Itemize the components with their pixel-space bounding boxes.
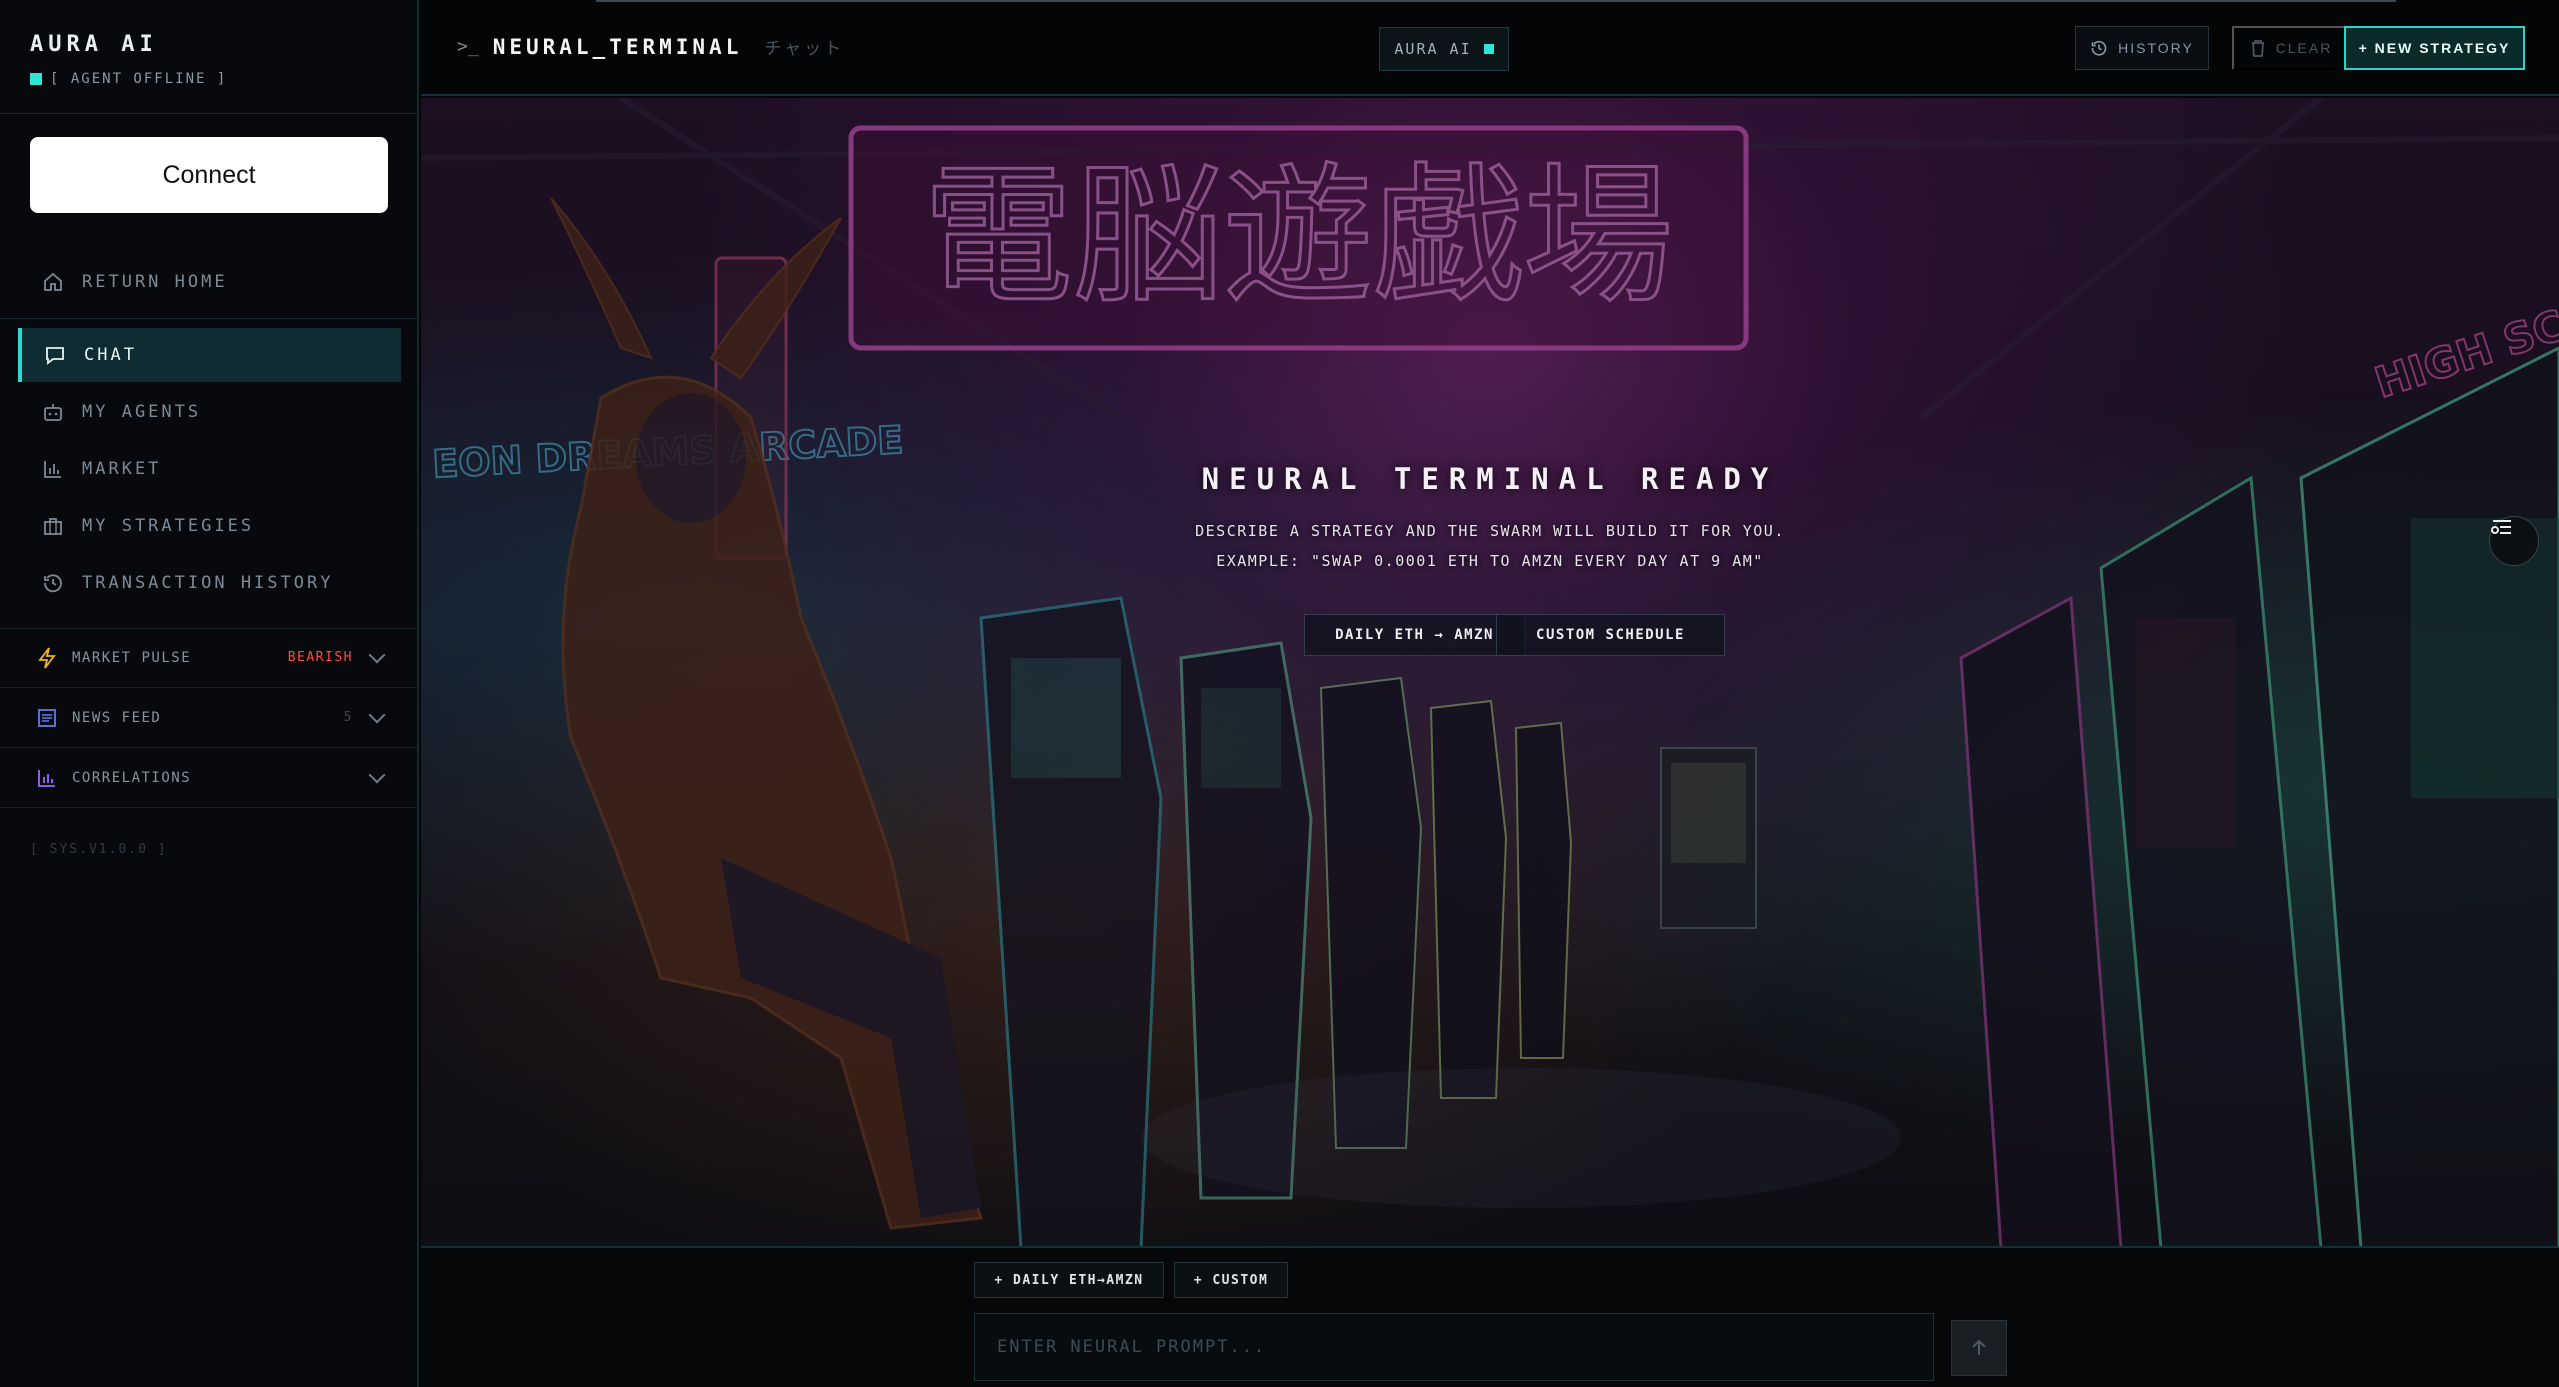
market-pulse-badge: BEARISH bbox=[287, 650, 353, 665]
status-dot-icon bbox=[30, 73, 42, 85]
filter-fab-button[interactable] bbox=[2489, 516, 2539, 566]
suggestion-custom-schedule[interactable]: CUSTOM SCHEDULE bbox=[1496, 614, 1725, 656]
composer: + DAILY ETH→AMZN + CUSTOM bbox=[421, 1250, 2559, 1387]
agent-status: [ AGENT OFFLINE ] bbox=[30, 71, 227, 87]
agent-status-text: [ AGENT OFFLINE ] bbox=[50, 71, 228, 87]
hero-description: DESCRIBE A STRATEGY AND THE SWARM WILL B… bbox=[1195, 522, 1785, 540]
nav-label: MY AGENTS bbox=[82, 402, 202, 422]
clear-button[interactable]: CLEAR bbox=[2232, 26, 2350, 70]
top-accent-line bbox=[596, 0, 2396, 2]
chart-icon bbox=[36, 767, 58, 789]
hero-background: 電脳遊戯場 EON DREAMS ARCADE HIGH SCORE bbox=[421, 98, 2559, 1248]
history-icon bbox=[2091, 40, 2107, 56]
panel-correlations[interactable]: CORRELATIONS bbox=[0, 748, 419, 808]
top-bar: >_ NEURAL_TERMINAL チャット AURA AI HISTORY … bbox=[421, 0, 2559, 96]
panel-label: CORRELATIONS bbox=[72, 769, 192, 786]
newspaper-icon bbox=[36, 707, 58, 729]
hero-title: NEURAL TERMINAL READY bbox=[1201, 462, 1779, 496]
nav-label: RETURN HOME bbox=[82, 272, 228, 292]
nav-transaction-history[interactable]: TRANSACTION HISTORY bbox=[18, 556, 401, 610]
terminal-prompt-icon: >_ bbox=[457, 36, 479, 57]
panel-news-feed[interactable]: NEWS FEED 5 bbox=[0, 688, 419, 748]
home-icon bbox=[42, 271, 64, 293]
trash-icon bbox=[2251, 40, 2264, 57]
status-dot-icon bbox=[1483, 44, 1494, 54]
quick-action-custom[interactable]: + CUSTOM bbox=[1174, 1262, 1288, 1298]
connect-wallet-button[interactable]: Connect bbox=[30, 137, 388, 213]
system-version: [ SYS.V1.0.0 ] bbox=[30, 842, 168, 857]
panel-label: MARKET PULSE bbox=[72, 649, 192, 666]
agent-pill-label: AURA AI bbox=[1394, 40, 1472, 58]
brand-title: AURA AI bbox=[30, 32, 158, 57]
chevron-down-icon bbox=[368, 706, 386, 723]
new-strategy-button[interactable]: + NEW STRATEGY bbox=[2344, 26, 2525, 70]
history-button[interactable]: HISTORY bbox=[2075, 26, 2209, 70]
sidebar-divider bbox=[0, 113, 419, 114]
agent-pill[interactable]: AURA AI bbox=[1379, 27, 1509, 71]
nav-return-home[interactable]: RETURN HOME bbox=[18, 255, 401, 309]
news-count-badge: 5 bbox=[343, 710, 353, 725]
clear-label: CLEAR bbox=[2275, 40, 2333, 56]
panel-market-pulse[interactable]: MARKET PULSE BEARISH bbox=[0, 628, 419, 688]
neural-prompt-input[interactable] bbox=[974, 1313, 1934, 1381]
sidebar-divider bbox=[0, 318, 419, 319]
panel-label: NEWS FEED bbox=[72, 709, 162, 726]
nav-label: TRANSACTION HISTORY bbox=[82, 573, 334, 593]
nav-label: MY STRATEGIES bbox=[82, 516, 255, 536]
suggestion-daily-eth-amzn[interactable]: DAILY ETH → AMZN bbox=[1304, 614, 1525, 656]
arrow-up-icon bbox=[1972, 1339, 1986, 1355]
history-label: HISTORY bbox=[2118, 40, 2194, 56]
nav-label: CHAT bbox=[84, 345, 137, 365]
chevron-down-icon bbox=[368, 646, 386, 663]
robot-icon bbox=[42, 401, 64, 423]
filter-list-icon bbox=[2491, 520, 2511, 534]
chat-icon bbox=[44, 344, 66, 366]
sidebar: AURA AI [ AGENT OFFLINE ] Connect RETURN… bbox=[0, 0, 419, 1387]
quick-action-daily-eth-amzn[interactable]: + DAILY ETH→AMZN bbox=[974, 1262, 1164, 1298]
bar-chart-icon bbox=[42, 458, 64, 480]
page-subtitle: チャット bbox=[764, 39, 845, 59]
lightning-icon bbox=[36, 646, 58, 669]
briefcase-icon bbox=[42, 515, 64, 537]
chevron-down-icon bbox=[368, 766, 386, 783]
nav-label: MARKET bbox=[82, 459, 162, 479]
page-title: NEURAL_TERMINAL bbox=[492, 34, 743, 59]
nav-chat[interactable]: CHAT bbox=[18, 328, 401, 382]
nav-my-agents[interactable]: MY AGENTS bbox=[18, 385, 401, 439]
hero-content: NEURAL TERMINAL READY DESCRIBE A STRATEG… bbox=[421, 98, 2559, 1246]
brand: AURA AI [ AGENT OFFLINE ] bbox=[30, 32, 227, 87]
terminal-title: >_ NEURAL_TERMINAL チャット bbox=[457, 34, 845, 60]
send-button[interactable] bbox=[1951, 1320, 2007, 1376]
nav-my-strategies[interactable]: MY STRATEGIES bbox=[18, 499, 401, 553]
hero-example: EXAMPLE: "SWAP 0.0001 ETH TO AMZN EVERY … bbox=[1216, 552, 1764, 570]
history-icon bbox=[42, 572, 64, 594]
app-root: AURA AI [ AGENT OFFLINE ] Connect RETURN… bbox=[0, 0, 2559, 1387]
nav-market[interactable]: MARKET bbox=[18, 442, 401, 496]
